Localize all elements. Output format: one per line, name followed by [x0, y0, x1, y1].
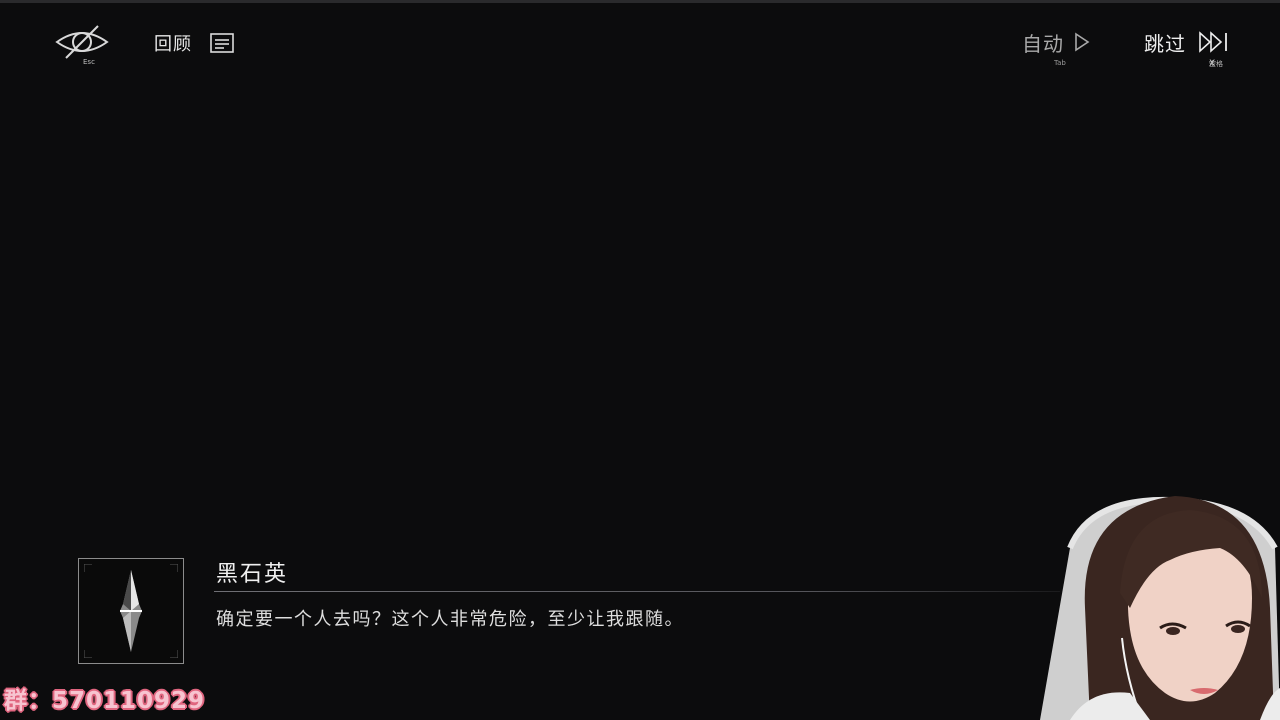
log-list-icon [210, 33, 234, 53]
crystal-icon [84, 564, 178, 658]
review-button[interactable]: 回顾 [154, 30, 234, 56]
hide-ui-button[interactable]: Esc [54, 22, 110, 68]
skip-hotkey-hint: 空格 [1209, 60, 1223, 68]
hide-hotkey-hint: Esc [83, 58, 95, 66]
auto-label: 自动 [1022, 32, 1064, 56]
speaker-portrait [78, 558, 184, 664]
skip-label: 跳过 [1144, 32, 1186, 56]
auto-play-button[interactable]: 自动 Tab [1022, 28, 1102, 70]
skip-button[interactable]: 跳过 X 空格 [1132, 28, 1242, 70]
speaker-name: 黑石英 [216, 562, 289, 587]
review-label: 回顾 [154, 34, 192, 55]
play-triangle-icon [1075, 32, 1090, 52]
fast-forward-icon [1199, 31, 1227, 53]
auto-hotkey-hint: Tab [1054, 59, 1066, 67]
streamer-webcam [1030, 488, 1280, 720]
eye-slash-icon [55, 25, 109, 59]
dialogue-text[interactable]: 确定要一个人去吗？这个人非常危险，至少让我跟随。 [216, 605, 684, 631]
top-edge-line [0, 0, 1280, 3]
dialog-divider [214, 591, 1060, 592]
group-number-overlay: 群：570110929 [4, 688, 206, 714]
